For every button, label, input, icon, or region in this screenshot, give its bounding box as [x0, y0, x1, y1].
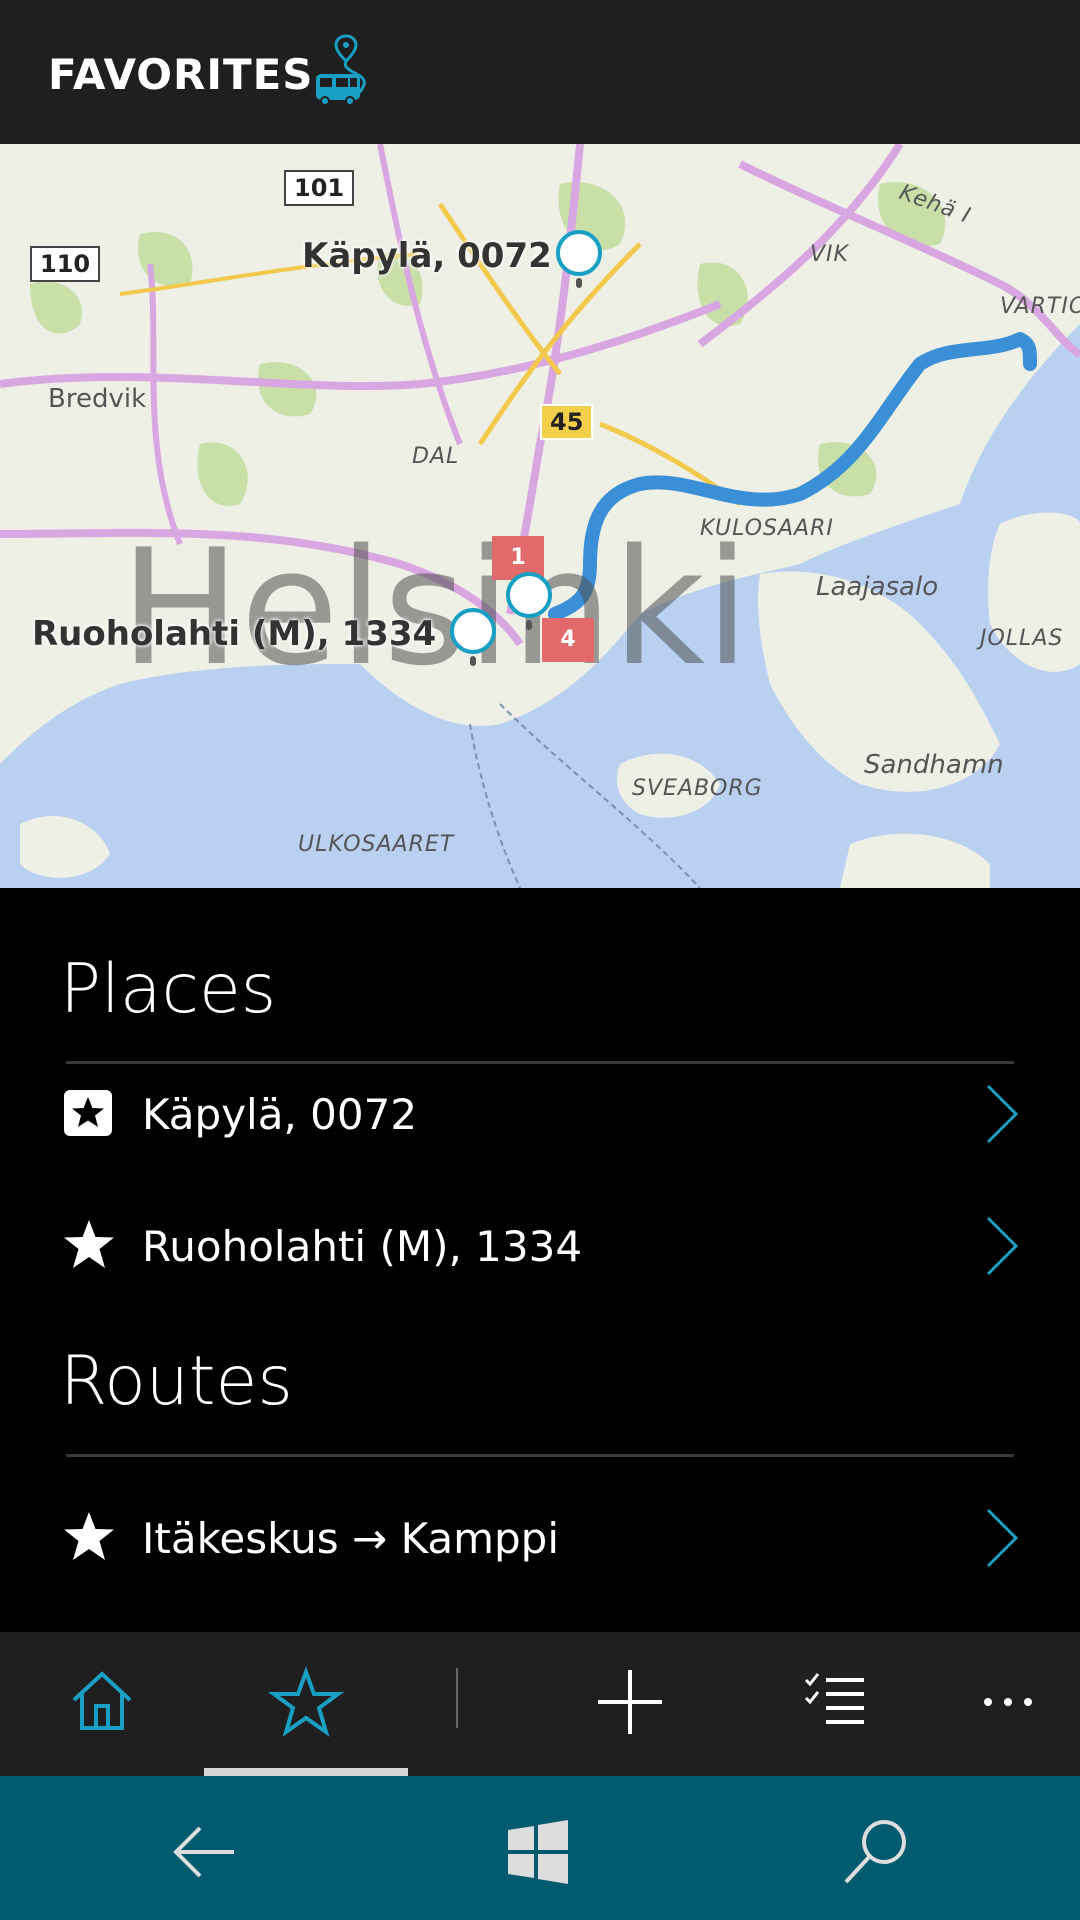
map-label-vartio: VARTIO — [1000, 294, 1080, 319]
add-button[interactable] — [590, 1662, 670, 1742]
routes-heading: Routes — [60, 1342, 293, 1421]
map-pin-route-start[interactable] — [506, 572, 552, 630]
road-shield-101: 101 — [284, 170, 355, 206]
map-label-kulosaari: KULOSAARI — [700, 516, 834, 541]
place-row-kapyla[interactable]: Käpylä, 0072 — [62, 1064, 1022, 1164]
route-label: Itäkeskus → Kamppi — [142, 1514, 560, 1563]
map-label-ulkosaaret: ULKOSAARET — [298, 832, 455, 857]
page-title: FAVORITES — [48, 50, 314, 99]
appbar-separator — [456, 1668, 458, 1728]
windows-logo-icon — [508, 1820, 568, 1884]
home-icon — [72, 1671, 132, 1730]
map-pin-label-ruoholahti: Ruoholahti (M), 1334 — [32, 614, 437, 654]
map-label-dal: DAL — [412, 444, 460, 469]
map-city-label: Helsinki — [120, 514, 750, 701]
system-nav-bar — [0, 1776, 1080, 1920]
place-label: Käpylä, 0072 — [142, 1090, 418, 1139]
road-shield-45: 45 — [540, 404, 594, 440]
map-label-jollas: JOLLAS — [980, 626, 1064, 651]
more-button[interactable] — [968, 1662, 1048, 1742]
chevron-right-icon[interactable] — [982, 1506, 1022, 1570]
place-row-ruoholahti[interactable]: Ruoholahti (M), 1334 — [62, 1196, 1022, 1296]
search-button[interactable] — [836, 1812, 916, 1892]
star-icon — [62, 1510, 116, 1564]
search-icon — [844, 1820, 906, 1884]
map-badge-4[interactable]: 4 — [542, 618, 594, 662]
star-box-icon — [62, 1086, 116, 1140]
route-row-itakeskus-kamppi[interactable]: Itäkeskus → Kamppi — [62, 1488, 1022, 1588]
chevron-right-icon[interactable] — [982, 1214, 1022, 1278]
checklist-icon — [804, 1673, 864, 1724]
map-label-sveaborg: SVEABORG — [632, 776, 763, 801]
map-label-laajasalo: Laajasalo — [816, 572, 939, 602]
chevron-right-icon[interactable] — [982, 1082, 1022, 1146]
map-label-vik: VIK — [810, 242, 849, 267]
select-button[interactable] — [794, 1662, 874, 1742]
star-icon — [62, 1218, 116, 1272]
start-button[interactable] — [498, 1812, 578, 1892]
map-label-sandhamn: Sandhamn — [864, 750, 1004, 780]
places-heading: Places — [60, 950, 277, 1029]
more-icon — [984, 1698, 1032, 1706]
active-tab-indicator — [204, 1768, 408, 1776]
app-header: FAVORITES — [0, 0, 1080, 144]
plus-icon — [598, 1670, 662, 1734]
back-arrow-icon — [173, 1826, 234, 1878]
back-button[interactable] — [164, 1812, 244, 1892]
routes-divider — [66, 1454, 1014, 1457]
bus-route-logo-icon — [312, 26, 384, 106]
map-pin-ruoholahti[interactable] — [450, 608, 496, 666]
map-pin-kapyla[interactable] — [556, 230, 602, 288]
app-bar — [0, 1632, 1080, 1776]
map-label-bredvik: Bredvik — [48, 384, 147, 414]
favorites-button[interactable] — [266, 1662, 346, 1742]
road-shield-110: 110 — [30, 246, 101, 282]
place-label: Ruoholahti (M), 1334 — [142, 1222, 583, 1271]
map-pin-label-kapyla: Käpylä, 0072 — [302, 236, 552, 276]
star-outline-icon — [267, 1666, 345, 1737]
home-button[interactable] — [62, 1662, 142, 1742]
favorites-map[interactable]: Helsinki Bredvik DAL VIK KULOSAARI Laaja… — [0, 144, 1080, 888]
